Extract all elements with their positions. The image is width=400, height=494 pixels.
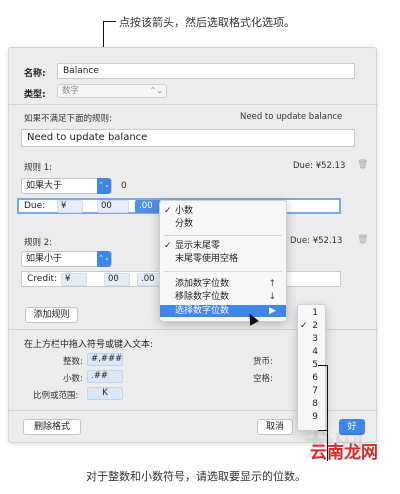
integer-token[interactable]: 00	[97, 200, 129, 213]
currency-token[interactable]: ¥	[61, 273, 87, 286]
rule1-prefix: Due:	[24, 201, 46, 211]
digit-option[interactable]: 1	[298, 307, 325, 320]
digits-submenu: 1 ✓ 2 3 4 5 6 7 8 9	[297, 304, 326, 431]
decimal-token-selected[interactable]: .00	[135, 200, 161, 213]
delete-format-button[interactable]: 删除格式	[23, 419, 81, 435]
chevron-updown-icon[interactable]: ⌃⌄	[97, 178, 111, 194]
currency-token[interactable]: ¥	[57, 200, 83, 213]
rule1-condition-popup[interactable]: 如果大于 ⌃⌄	[21, 178, 112, 194]
rule1-preview: Due: ¥52.13	[293, 161, 346, 171]
digit-option[interactable]: 6	[298, 372, 325, 385]
menu-item-decimal[interactable]: ✓ 小数	[160, 205, 286, 217]
menu-item-label: 移除数字位数	[175, 292, 230, 302]
chevron-updown-icon: ⌃⌄	[149, 86, 163, 95]
digit-option-checked[interactable]: ✓ 2	[298, 320, 325, 333]
ratio-label: 比例或范围:	[33, 391, 79, 401]
menu-item-label: 分数	[175, 219, 194, 229]
rule2-condition-popup[interactable]: 如果小于 ⌃⌄	[21, 251, 112, 267]
rule-fail-field[interactable]: Need to update balance	[21, 129, 355, 147]
menu-item-remove-digits[interactable]: 移除数字位数 ↓	[160, 291, 286, 303]
menu-item-add-digits[interactable]: 添加数字位数 ↑	[160, 278, 286, 290]
format-menu: ✓ 小数 分数 ✓ 显示末尾零 末尾零使用空格 添加数字位数 ↑ 移除数字位数 …	[159, 200, 287, 322]
type-select[interactable]: 数字 ⌃⌄	[57, 84, 167, 98]
menu-item-show-trailing-zeros[interactable]: ✓ 显示末尾零	[160, 240, 286, 252]
menu-item-trailing-zeros-spaces[interactable]: 末尾零使用空格	[160, 253, 286, 265]
menu-item-label: 选择数字位数	[175, 306, 230, 316]
rule2-prefix: Credit:	[27, 274, 58, 284]
digit-option[interactable]: 7	[298, 385, 325, 398]
menu-item-label: 小数	[175, 206, 194, 216]
digit-option[interactable]: 8	[298, 398, 325, 411]
rule-fail-hint: Need to update balance	[240, 112, 343, 122]
space-label: 空格:	[253, 374, 273, 384]
cancel-button[interactable]: 取消	[257, 419, 293, 435]
name-label: 名称:	[24, 69, 46, 79]
menu-item-choose-digits[interactable]: 选择数字位数 ▶	[160, 305, 286, 317]
chevron-updown-icon[interactable]: ⌃⌄	[97, 251, 111, 267]
trash-icon[interactable]: 🗑	[357, 235, 368, 245]
integer-palette-token[interactable]: #,###	[87, 353, 123, 366]
integer-label: 整数:	[63, 357, 83, 367]
menu-item-fraction[interactable]: 分数	[160, 218, 286, 230]
checkmark-icon: ✓	[164, 206, 172, 216]
menu-item-label: 添加数字位数	[175, 279, 230, 289]
menu-item-label: 显示末尾零	[175, 241, 221, 251]
caption-top: 点按该箭头，然后选取格式化选项。	[119, 16, 295, 29]
digit-option[interactable]: 3	[298, 333, 325, 346]
rule-fail-label: 如果不满足下面的规则:	[24, 114, 112, 124]
rule2-title: 规则 2:	[24, 238, 52, 248]
callout-line-top-h	[103, 21, 116, 22]
integer-token[interactable]: 00	[104, 273, 130, 286]
checkmark-icon: ✓	[300, 321, 308, 331]
arrow-down-icon: ↓	[268, 292, 276, 302]
caption-bottom: 对于整数和小数符号，请选取要显示的位数。	[86, 470, 306, 483]
arrow-up-icon: ↑	[268, 279, 276, 289]
submenu-arrow-icon: ▶	[269, 306, 276, 316]
tokens-section-title: 在上方栏中拖入符号或键入文本:	[24, 340, 154, 350]
menu-separator	[164, 271, 282, 272]
ratio-palette-token[interactable]: K	[87, 387, 123, 400]
add-rule-button[interactable]: 添加规则	[25, 307, 78, 323]
menu-separator	[164, 235, 282, 236]
name-field[interactable]: Balance	[57, 63, 355, 79]
rule1-condition: 如果大于	[26, 181, 63, 191]
rule1-title: 规则 1:	[24, 163, 52, 173]
type-label: 类型:	[24, 90, 46, 100]
rule1-condition-value[interactable]: 0	[121, 181, 127, 191]
watermark: 云南龙网	[310, 443, 378, 463]
divider	[9, 104, 378, 105]
trash-icon[interactable]: 🗑	[357, 160, 368, 170]
rule2-preview: Due: ¥52.13	[290, 236, 343, 246]
type-select-value: 数字	[62, 86, 80, 96]
checkmark-icon: ✓	[164, 241, 172, 251]
decimal-palette-token[interactable]: .##	[87, 370, 123, 383]
decimal-label: 小数:	[63, 374, 83, 384]
callout-line-right-top	[318, 365, 328, 366]
rule2-condition: 如果小于	[26, 254, 63, 264]
digit-label: 2	[312, 321, 318, 331]
menu-item-label: 末尾零使用空格	[175, 254, 239, 264]
digit-option[interactable]: 4	[298, 346, 325, 359]
currency-label: 货币:	[253, 357, 273, 367]
